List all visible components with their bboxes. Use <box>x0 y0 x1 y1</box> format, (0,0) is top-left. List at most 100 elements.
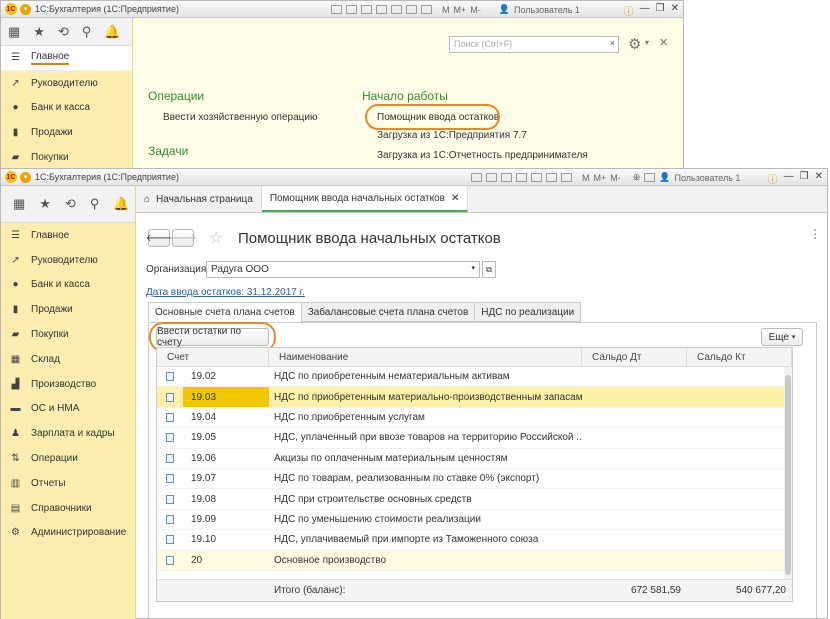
search-icon[interactable]: ⚲ <box>82 24 92 40</box>
link-icon[interactable] <box>516 173 527 182</box>
open-org-button[interactable]: ⧉ <box>482 261 496 278</box>
calculator-icon[interactable] <box>561 173 572 182</box>
memory-minus-button[interactable]: M- <box>610 173 621 183</box>
minimize-icon[interactable]: — <box>640 3 650 18</box>
calendar-icon[interactable] <box>546 173 557 182</box>
calculator-icon[interactable] <box>421 5 432 14</box>
tab-home[interactable]: ⌂ Начальная страница <box>136 186 262 212</box>
preview-icon[interactable] <box>501 173 512 182</box>
sidebar-item-warehouse[interactable]: ▦ Склад <box>1 347 135 372</box>
search-icon[interactable]: ⚲ <box>90 196 100 212</box>
col-account[interactable]: Счет <box>157 348 269 366</box>
back-sidebar-item-purchases[interactable]: ▰ Покупки <box>1 145 132 170</box>
sidebar-item-references[interactable]: ▤ Справочники <box>1 496 135 521</box>
bell-icon[interactable]: 🔔 <box>113 196 129 212</box>
col-credit[interactable]: Сальдо Кт <box>687 348 792 366</box>
user-name[interactable]: Пользователь 1 <box>514 5 580 15</box>
table-scrollbar[interactable] <box>784 367 792 579</box>
subtab-vat-sales[interactable]: НДС по реализации <box>474 302 582 322</box>
window-list-icon[interactable] <box>644 173 656 182</box>
menu-grid-icon[interactable]: ▦ <box>8 24 20 40</box>
preview-icon[interactable] <box>361 5 372 14</box>
table-row[interactable]: 19.04 НДС по приобретенным услугам <box>157 408 792 429</box>
table-row[interactable]: 19.03 НДС по приобретенным материально-пр… <box>157 387 792 408</box>
more-button[interactable]: Еще ▾ <box>761 328 803 346</box>
scroll-thumb[interactable] <box>785 375 791 575</box>
memory-plus-button[interactable]: M+ <box>454 5 467 15</box>
memory-button[interactable]: M <box>582 173 590 183</box>
sidebar-item-salary[interactable]: ♟ Зарплата и кадры <box>1 421 135 446</box>
sidebar-item-assets[interactable]: ▬ ОС и НМА <box>1 397 135 422</box>
sidebar-item-sales[interactable]: ▮ Продажи <box>1 297 135 322</box>
info-icon[interactable]: ⓘ <box>768 171 778 186</box>
sidebar-item-reports[interactable]: ▥ Отчеты <box>1 471 135 496</box>
close-icon[interactable]: ✕ <box>815 171 823 186</box>
subtab-offbalance-accounts[interactable]: Забалансовые счета плана счетов <box>300 302 476 322</box>
forward-button[interactable]: 🡒 <box>170 229 196 247</box>
table-row[interactable]: 19.09 НДС по уменьшению стоимости реализа… <box>157 510 792 531</box>
sidebar-item-admin[interactable]: ⚙ Администрирование <box>1 521 135 546</box>
memory-minus-button[interactable]: M- <box>470 5 481 15</box>
settings-gear-icon[interactable]: ⚙ <box>628 35 641 53</box>
table-row[interactable]: 19.08 НДС при строительстве основных сред… <box>157 489 792 510</box>
memory-button[interactable]: M <box>442 5 450 15</box>
tab-assistant[interactable]: Помощник ввода начальных остатков ✕ <box>261 186 469 212</box>
favorites-icon[interactable]: ★ <box>39 196 51 212</box>
save-icon[interactable] <box>331 5 342 14</box>
favorite-star-icon[interactable]: ☆ <box>209 228 223 248</box>
memory-plus-button[interactable]: M+ <box>594 173 607 183</box>
user-name[interactable]: Пользователь 1 <box>675 173 741 183</box>
copy-icon[interactable] <box>531 173 542 182</box>
favorites-icon[interactable]: ★ <box>33 24 45 40</box>
table-row[interactable]: 19.07 НДС по товарам, реализованным по ст… <box>157 469 792 490</box>
settings-arrow-icon[interactable]: ▾ <box>645 38 649 47</box>
col-name[interactable]: Наименование <box>269 348 582 366</box>
date-link[interactable]: Дата ввода остатков: 31.12.2017 г. <box>146 287 305 298</box>
zoom-icon[interactable]: ⊕ <box>633 172 641 183</box>
operations-link[interactable]: Ввести хозяйственную операцию <box>163 112 317 123</box>
col-debit[interactable]: Сальдо Дт <box>582 348 687 366</box>
import-77-link[interactable]: Загрузка из 1С:Предприятия 7.7 <box>377 130 527 141</box>
panel-close-icon[interactable]: ✕ <box>659 36 668 49</box>
window-menu-icon[interactable]: ⋮ <box>809 227 821 241</box>
print-icon[interactable] <box>486 173 497 182</box>
print-icon[interactable] <box>346 5 357 14</box>
main-menu-icon[interactable]: ▾ <box>20 3 31 15</box>
table-row[interactable]: 19.02 НДС по приобретенным нематериальным… <box>157 367 792 388</box>
sidebar-item-bank[interactable]: ● Банк и касса <box>1 273 135 298</box>
restore-icon[interactable]: ❐ <box>800 171 809 186</box>
back-button[interactable]: 🡐 <box>146 229 172 247</box>
import-entrepreneur-link[interactable]: Загрузка из 1С:Отчетность предпринимател… <box>377 150 588 161</box>
sidebar-item-manager[interactable]: ↗ Руководителю <box>1 248 135 273</box>
main-menu-icon[interactable]: ▾ <box>20 171 31 183</box>
table-row[interactable]: 19.05 НДС, уплаченный при ввозе товаров н… <box>157 428 792 449</box>
subtab-main-accounts[interactable]: Основные счета плана счетов <box>148 302 302 322</box>
minimize-icon[interactable]: — <box>784 171 794 186</box>
sidebar-item-main[interactable]: ☰ Главное <box>1 223 135 248</box>
table-row[interactable]: 19.06 Акцизы по оплаченным материальным ц… <box>157 449 792 469</box>
bell-icon[interactable]: 🔔 <box>104 24 120 40</box>
table-row[interactable]: 19.10 НДС, уплачиваемый при импорте из Та… <box>157 530 792 551</box>
link-icon[interactable] <box>376 5 387 14</box>
sidebar-item-purchases[interactable]: ▰ Покупки <box>1 322 135 347</box>
back-sidebar-item-main[interactable]: ☰ Главное <box>1 46 132 71</box>
info-icon[interactable]: ⓘ <box>624 3 634 18</box>
close-icon[interactable]: ✕ <box>671 3 679 18</box>
tab-close-icon[interactable]: ✕ <box>451 193 459 204</box>
table-row[interactable]: 20 Основное производство <box>157 550 792 571</box>
history-icon[interactable]: ⟲ <box>58 24 69 40</box>
copy-icon[interactable] <box>391 5 402 14</box>
sidebar-item-operations[interactable]: ⇅ Операции <box>1 446 135 471</box>
history-icon[interactable]: ⟲ <box>65 196 76 212</box>
org-field[interactable]: Радуга ООО ▾ <box>206 261 480 278</box>
clear-search-icon[interactable]: × <box>610 38 615 48</box>
restore-icon[interactable]: ❐ <box>656 3 665 18</box>
calendar-icon[interactable] <box>406 5 417 14</box>
back-sidebar-item-bank[interactable]: ● Банк и касса <box>1 96 132 121</box>
search-box[interactable]: Поиск (Ctrl+F) × <box>449 36 619 53</box>
menu-grid-icon[interactable]: ▦ <box>13 196 25 212</box>
back-sidebar-item-sales[interactable]: ▮ Продажи <box>1 120 132 145</box>
dropdown-arrow-icon[interactable]: ▾ <box>471 264 475 272</box>
sidebar-item-production[interactable]: ▟ Производство <box>1 372 135 397</box>
save-icon[interactable] <box>471 173 482 182</box>
